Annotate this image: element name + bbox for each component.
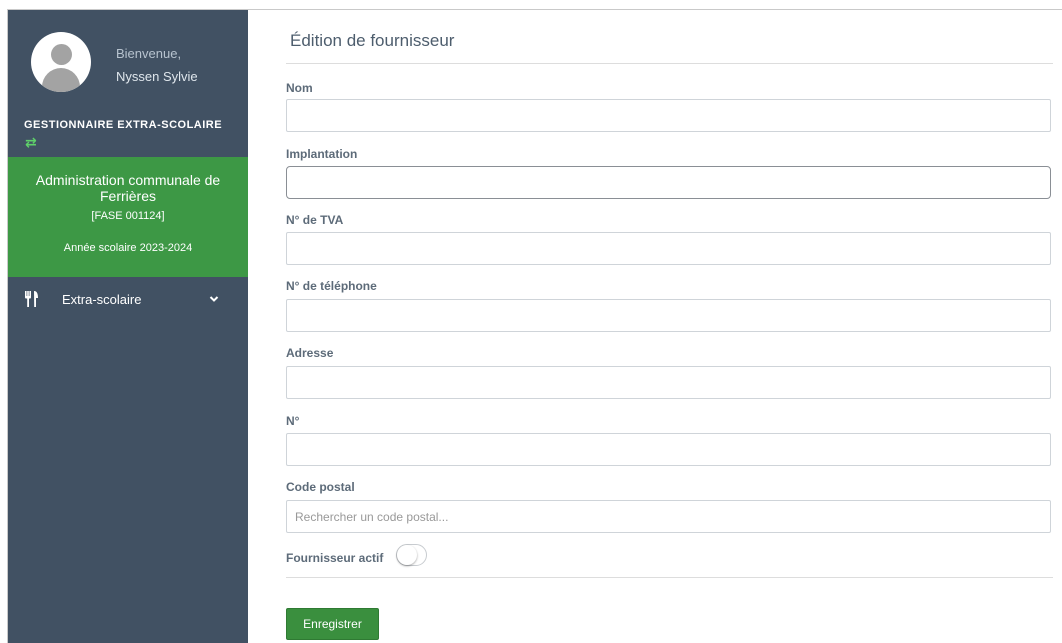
- active-toggle[interactable]: [396, 544, 427, 566]
- avatar-head: [51, 44, 72, 65]
- chevron-down-icon: [209, 296, 219, 302]
- implantation-label: Implantation: [286, 147, 358, 161]
- implantation-input[interactable]: [286, 166, 1051, 199]
- avatar: [31, 32, 91, 92]
- nom-input[interactable]: [286, 99, 1051, 132]
- avatar-body: [42, 68, 80, 92]
- swap-role-icon[interactable]: ⇄: [25, 134, 37, 151]
- tva-label: N° de TVA: [286, 213, 344, 227]
- sidebar: Bienvenue, Nyssen Sylvie GESTIONNAIRE EX…: [8, 10, 248, 643]
- organization-box: Administration communale de Ferrières [F…: [8, 157, 248, 277]
- active-toggle-label: Fournisseur actif: [286, 551, 384, 565]
- title-divider: [286, 63, 1053, 64]
- adresse-label: Adresse: [286, 346, 334, 360]
- adresse-input[interactable]: [286, 366, 1051, 399]
- code-postal-search-input[interactable]: [286, 500, 1051, 533]
- welcome-text: Bienvenue,: [116, 46, 182, 61]
- code-postal-label: Code postal: [286, 480, 355, 494]
- nom-label: Nom: [286, 81, 313, 95]
- organization-code: [FASE 001124]: [91, 210, 165, 222]
- numero-label: N°: [286, 414, 300, 428]
- organization-name: Administration communale de Ferrières: [35, 172, 221, 204]
- toggle-knob: [397, 545, 417, 565]
- save-button[interactable]: Enregistrer: [286, 608, 379, 640]
- fork-knife-icon: [25, 291, 38, 307]
- telephone-label: N° de téléphone: [286, 279, 377, 293]
- page-title: Édition de fournisseur: [290, 31, 455, 50]
- school-year: Année scolaire 2023-2024: [63, 242, 193, 254]
- sidebar-item-label: Extra-scolaire: [62, 292, 142, 307]
- app-window: Bienvenue, Nyssen Sylvie GESTIONNAIRE EX…: [7, 9, 1062, 643]
- numero-input[interactable]: [286, 433, 1051, 466]
- sidebar-item-extra-scolaire[interactable]: Extra-scolaire: [8, 285, 248, 313]
- user-role: GESTIONNAIRE EXTRA-SCOLAIRE: [24, 119, 223, 131]
- tva-input[interactable]: [286, 232, 1051, 265]
- user-name: Nyssen Sylvie: [116, 69, 198, 84]
- form-divider: [286, 577, 1053, 578]
- main-content: Édition de fournisseur Nom Implantation …: [272, 10, 1054, 643]
- telephone-input[interactable]: [286, 299, 1051, 332]
